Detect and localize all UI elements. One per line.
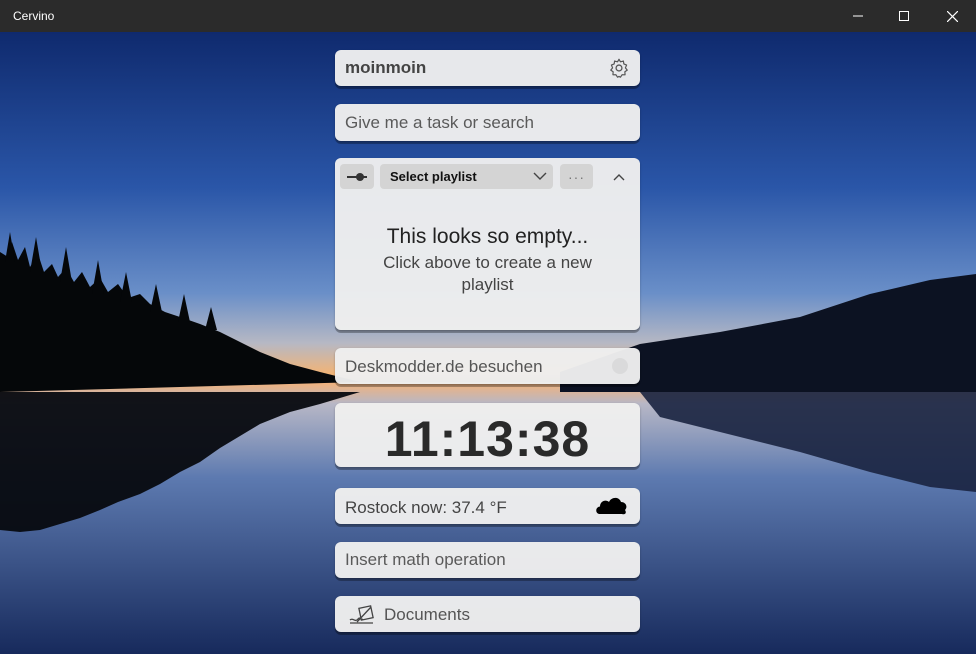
chevron-down-icon	[533, 172, 547, 180]
gear-icon[interactable]	[608, 57, 630, 79]
more-icon: ···	[568, 168, 585, 185]
close-button[interactable]	[929, 0, 975, 32]
window-title: Cervino	[13, 9, 55, 23]
playlist-more-button[interactable]: ···	[560, 164, 593, 189]
link-card[interactable]: Deskmodder.de besuchen	[335, 348, 640, 384]
math-input[interactable]	[335, 542, 640, 578]
playlist-card: Select playlist ··· This looks so empty.…	[335, 158, 640, 330]
playlist-select-label: Select playlist	[390, 169, 477, 184]
empty-state-title: This looks so empty...	[386, 225, 589, 248]
greeting-text: moinmoin	[345, 58, 427, 77]
empty-state-subtitle: Click above to create a new playlist	[383, 253, 592, 294]
close-icon	[946, 10, 958, 22]
minimize-button[interactable]	[835, 0, 881, 32]
cloud-icon	[596, 497, 627, 515]
playlist-select[interactable]: Select playlist	[380, 164, 553, 189]
link-text: Deskmodder.de besuchen	[345, 357, 543, 376]
slider-icon	[347, 172, 367, 181]
link-indicator-icon	[612, 358, 628, 374]
maximize-button[interactable]	[881, 0, 927, 32]
title-bar: Cervino	[0, 0, 976, 32]
maximize-icon	[899, 11, 909, 21]
minimize-icon	[853, 15, 863, 17]
collapse-button[interactable]	[607, 166, 631, 188]
weather-card: Rostock now: 37.4 °F	[335, 488, 640, 524]
clock-card: 11:13:38	[335, 403, 640, 467]
documents-card[interactable]: Documents	[335, 596, 640, 632]
chevron-up-icon	[613, 174, 625, 181]
search-input[interactable]	[335, 104, 640, 141]
greeting-card: moinmoin	[335, 50, 640, 86]
documents-icon	[349, 605, 374, 624]
playlist-slider-button[interactable]	[340, 164, 374, 189]
weather-text: Rostock now: 37.4 °F	[345, 498, 507, 517]
search-card	[335, 104, 640, 141]
clock-time: 11:13:38	[384, 411, 591, 467]
math-card	[335, 542, 640, 578]
documents-label: Documents	[384, 605, 470, 624]
